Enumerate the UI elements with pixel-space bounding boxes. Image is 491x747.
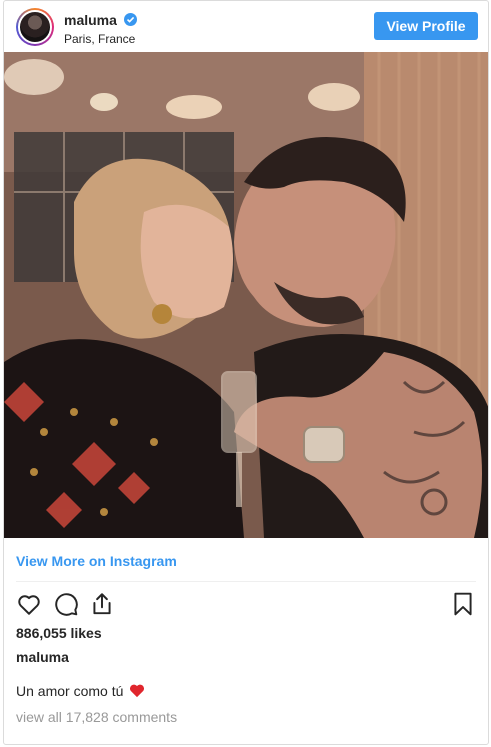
photo-illustration (4, 52, 488, 538)
caption-text: Un amor como tú (16, 683, 124, 699)
user-info: maluma Paris, France (64, 11, 138, 46)
comment-icon[interactable] (53, 591, 79, 617)
view-more-link[interactable]: View More on Instagram (16, 553, 177, 569)
location-link[interactable]: Paris, France (64, 32, 137, 46)
username-link[interactable]: maluma (64, 12, 117, 28)
share-icon[interactable] (89, 591, 115, 617)
action-bar (16, 591, 476, 617)
caption: Un amor como tú (16, 683, 145, 699)
caption-owner[interactable]: maluma (16, 649, 69, 665)
bookmark-icon[interactable] (450, 591, 476, 617)
red-heart-icon (129, 683, 145, 698)
instagram-embed-card: maluma Paris, France View Profile View M… (3, 0, 489, 745)
heart-icon[interactable] (16, 591, 42, 617)
verified-badge-icon (124, 13, 138, 27)
likes-count[interactable]: 886,055 likes (16, 625, 102, 641)
view-profile-button[interactable]: View Profile (374, 12, 478, 40)
avatar[interactable] (16, 8, 54, 46)
post-photo[interactable] (4, 52, 488, 538)
avatar-image (18, 10, 52, 44)
divider (16, 581, 476, 582)
view-comments-link[interactable]: view all 17,828 comments (16, 709, 177, 725)
post-header: maluma Paris, France View Profile (4, 1, 488, 51)
